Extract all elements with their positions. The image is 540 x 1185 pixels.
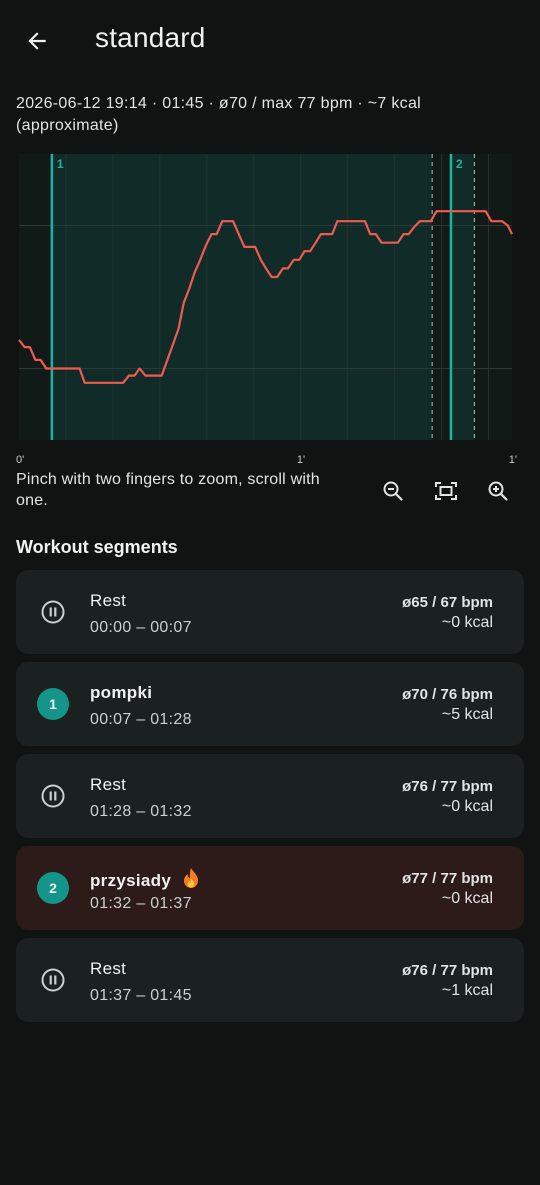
segment-name: Rest [90, 775, 127, 794]
segment-card-rest[interactable]: Rest 01:28 – 01:32 ø76 / 77 bpm ~0 kcal [16, 754, 524, 838]
segment-number-badge: 1 [37, 688, 69, 720]
segment-time: 00:07 – 01:28 [90, 711, 192, 728]
segment-card-pompki[interactable]: 1 pompki 00:07 – 01:28 ø70 / 76 bpm ~5 k… [16, 662, 524, 746]
segment-kcal: ~0 kcal [441, 614, 493, 631]
segment-kcal: ~1 kcal [441, 982, 493, 999]
segment-bpm: ø77 / 77 bpm [402, 870, 493, 887]
segment-name: Rest [90, 959, 127, 978]
heart-rate-chart[interactable]: 1 2 0' 1' 1' [0, 150, 540, 470]
segment-name: przysiady [90, 871, 172, 890]
fit-screen-icon [435, 482, 457, 500]
segment-kcal: ~0 kcal [441, 798, 493, 815]
x-tick-label: 1' [297, 454, 305, 466]
pause-icon [37, 780, 69, 812]
segment-marker-label: 2 [456, 157, 463, 171]
page-title: standard [95, 22, 206, 53]
summary-note: (approximate) [16, 117, 119, 134]
segment-kcal: ~0 kcal [441, 890, 493, 907]
segment-bpm: ø76 / 77 bpm [402, 778, 493, 795]
segment-number-badge: 2 [37, 872, 69, 904]
pause-icon [37, 596, 69, 628]
zoom-hint: Pinch with two fingers to zoom, scroll w… [16, 471, 320, 509]
back-button[interactable] [14, 18, 60, 64]
segment-name: Rest [90, 591, 127, 610]
workout-summary: 2026-06-12 19:14 · 01:45 · ø70 / max 77 … [16, 93, 526, 137]
segment-kcal: ~5 kcal [441, 706, 493, 723]
segment-bpm: ø76 / 77 bpm [402, 962, 493, 979]
segment-bpm: ø65 / 67 bpm [402, 594, 493, 611]
segment-time: 01:37 – 01:45 [90, 987, 192, 1004]
segment-card-rest[interactable]: Rest 01:37 – 01:45 ø76 / 77 bpm ~1 kcal [16, 938, 524, 1022]
summary-stats: 2026-06-12 19:14 · 01:45 · ø70 / max 77 … [16, 95, 422, 112]
pause-icon [37, 964, 69, 996]
fit-screen-button[interactable] [429, 474, 463, 508]
segment-region [51, 154, 433, 440]
segment-time: 01:28 – 01:32 [90, 803, 192, 820]
segment-card-rest[interactable]: Rest 00:00 – 00:07 ø65 / 67 bpm ~0 kcal [16, 570, 524, 654]
segment-bpm: ø70 / 76 bpm [402, 686, 493, 703]
segment-marker-label: 1 [57, 157, 64, 171]
app-bar: standard [0, 0, 540, 82]
zoom-in-button[interactable] [481, 474, 515, 508]
flame-icon [181, 867, 201, 894]
segments-list: Rest 00:00 – 00:07 ø65 / 67 bpm ~0 kcal … [16, 570, 524, 1030]
segment-region [450, 154, 475, 440]
segment-name-wrap: przysiady [90, 867, 201, 894]
zoom-in-icon [488, 481, 508, 501]
segment-name: pompki [90, 683, 153, 702]
zoom-out-button[interactable] [376, 474, 410, 508]
segment-time: 00:00 – 00:07 [90, 619, 192, 636]
segment-time: 01:32 – 01:37 [90, 895, 192, 912]
x-tick-label: 0' [16, 454, 24, 466]
x-tick-label: 1' [509, 454, 517, 466]
heart-rate-chart-svg: 1 2 0' 1' 1' [16, 154, 517, 466]
segment-card-przysiady[interactable]: 2 przysiady 01:32 – 01:37 ø77 / 77 bpm ~… [16, 846, 524, 930]
zoom-out-icon [383, 481, 403, 501]
segments-heading: Workout segments [16, 537, 178, 557]
arrow-left-icon [28, 32, 46, 50]
